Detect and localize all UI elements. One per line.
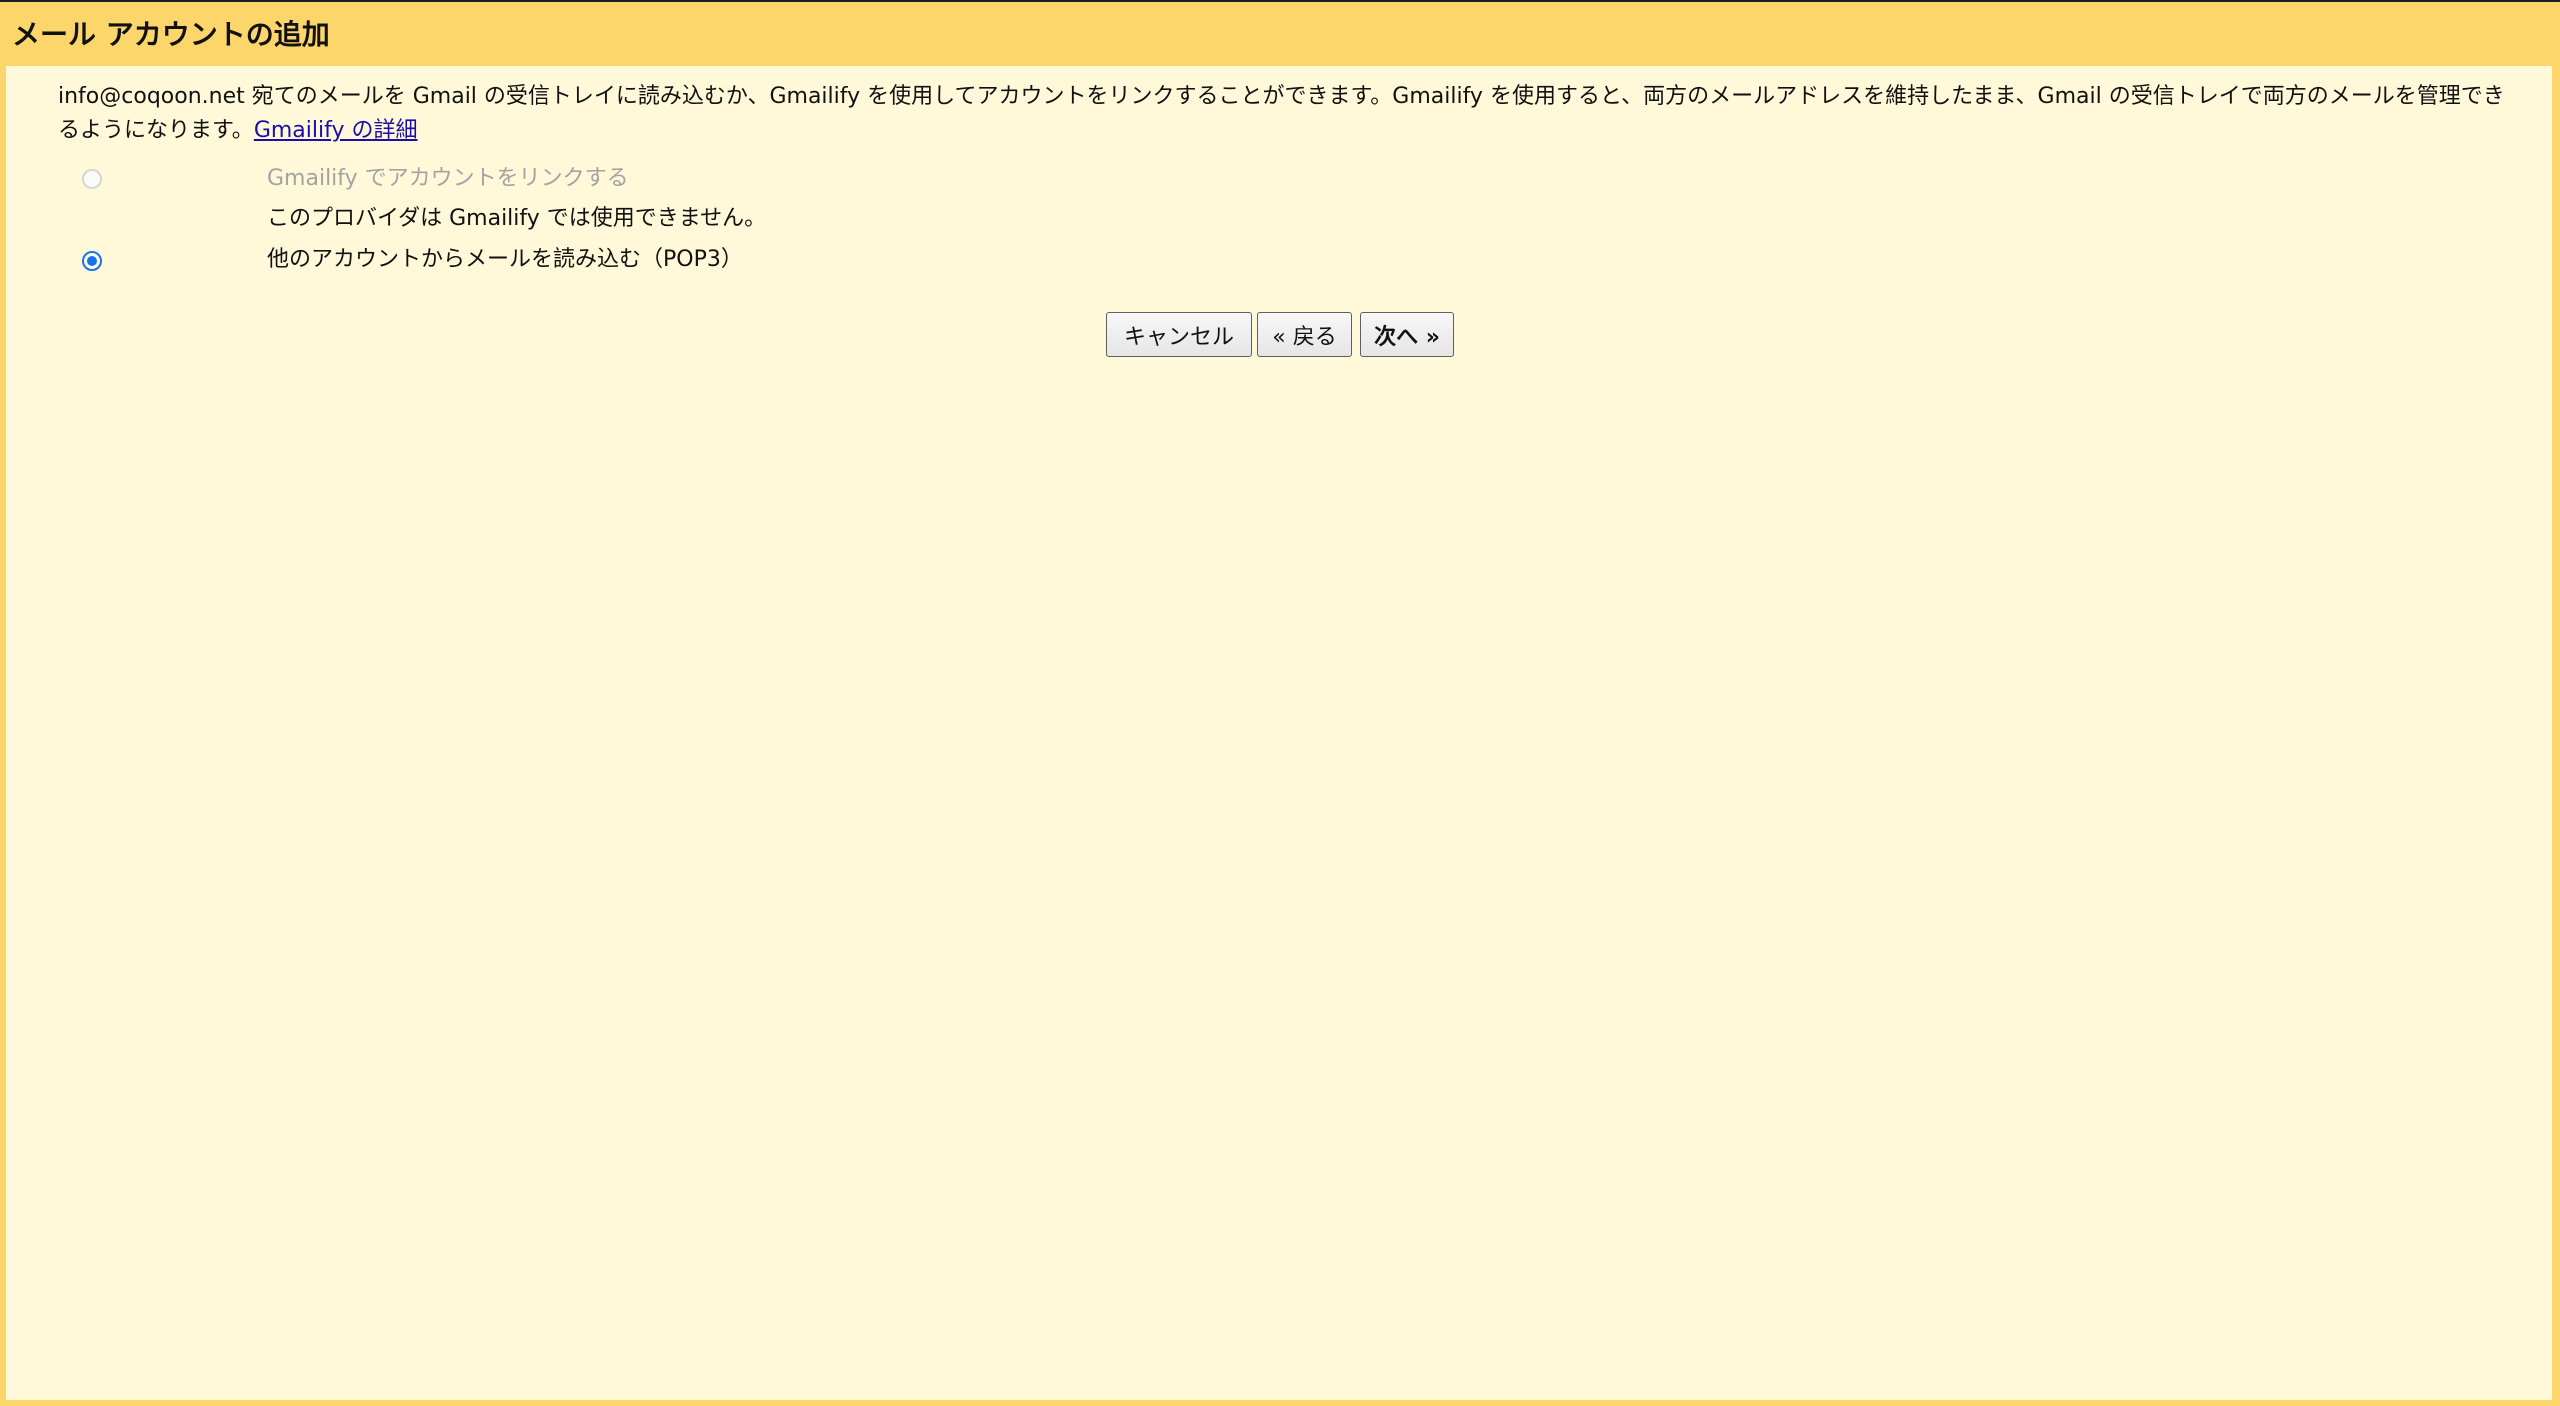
intro-text: info@coqoon.net 宛てのメールを Gmail の受信トレイに読み込…: [58, 84, 2505, 143]
bottom-border: [0, 1400, 2560, 1406]
gmailify-details-link[interactable]: Gmailify の詳細: [254, 118, 418, 143]
gmailify-option-label[interactable]: Gmailify でアカウントをリンクする: [267, 164, 629, 194]
pop3-radio[interactable]: [82, 251, 102, 271]
dialog-title: メール アカウントの追加: [12, 18, 330, 51]
next-button[interactable]: 次へ »: [1360, 312, 1454, 357]
gmailify-radio[interactable]: [82, 169, 102, 189]
back-button[interactable]: « 戻る: [1257, 312, 1352, 357]
dialog-content: info@coqoon.net 宛てのメールを Gmail の受信トレイに読み込…: [6, 66, 2552, 1400]
add-mail-account-window: メール アカウントの追加 info@coqoon.net 宛てのメールを Gma…: [0, 0, 2560, 1406]
intro-paragraph: info@coqoon.net 宛てのメールを Gmail の受信トレイに読み込…: [58, 80, 2518, 148]
cancel-button[interactable]: キャンセル: [1106, 312, 1252, 357]
gmailify-unavailable-note: このプロバイダは Gmailify では使用できません。: [267, 206, 767, 231]
pop3-option-label[interactable]: 他のアカウントからメールを読み込む（POP3）: [267, 245, 743, 275]
radio-selected-dot: [87, 256, 97, 266]
dialog-header: メール アカウントの追加: [0, 4, 2560, 66]
